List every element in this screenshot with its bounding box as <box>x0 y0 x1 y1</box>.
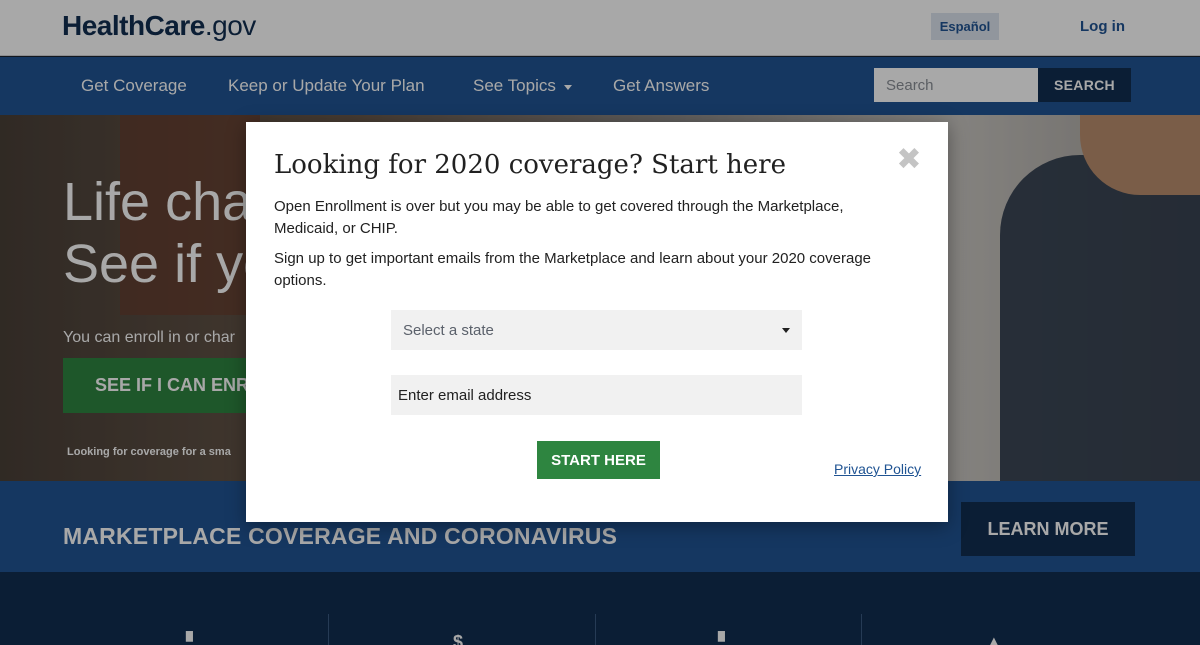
modal-title: Looking for 2020 coverage? Start here <box>274 150 787 180</box>
privacy-policy-link[interactable]: Privacy Policy <box>834 461 921 477</box>
state-select[interactable]: Select a state <box>391 310 802 350</box>
state-select-label: Select a state <box>403 321 494 339</box>
modal-paragraph: Sign up to get important emails from the… <box>274 250 872 289</box>
email-field[interactable] <box>391 375 802 415</box>
chevron-down-icon <box>782 327 790 333</box>
coverage-modal: ✖ Looking for 2020 coverage? Start here … <box>246 122 948 522</box>
close-icon[interactable]: ✖ <box>895 145 923 175</box>
start-here-button[interactable]: START HERE <box>537 441 660 479</box>
modal-paragraph: Open Enrollment is over but you may be a… <box>274 198 844 237</box>
